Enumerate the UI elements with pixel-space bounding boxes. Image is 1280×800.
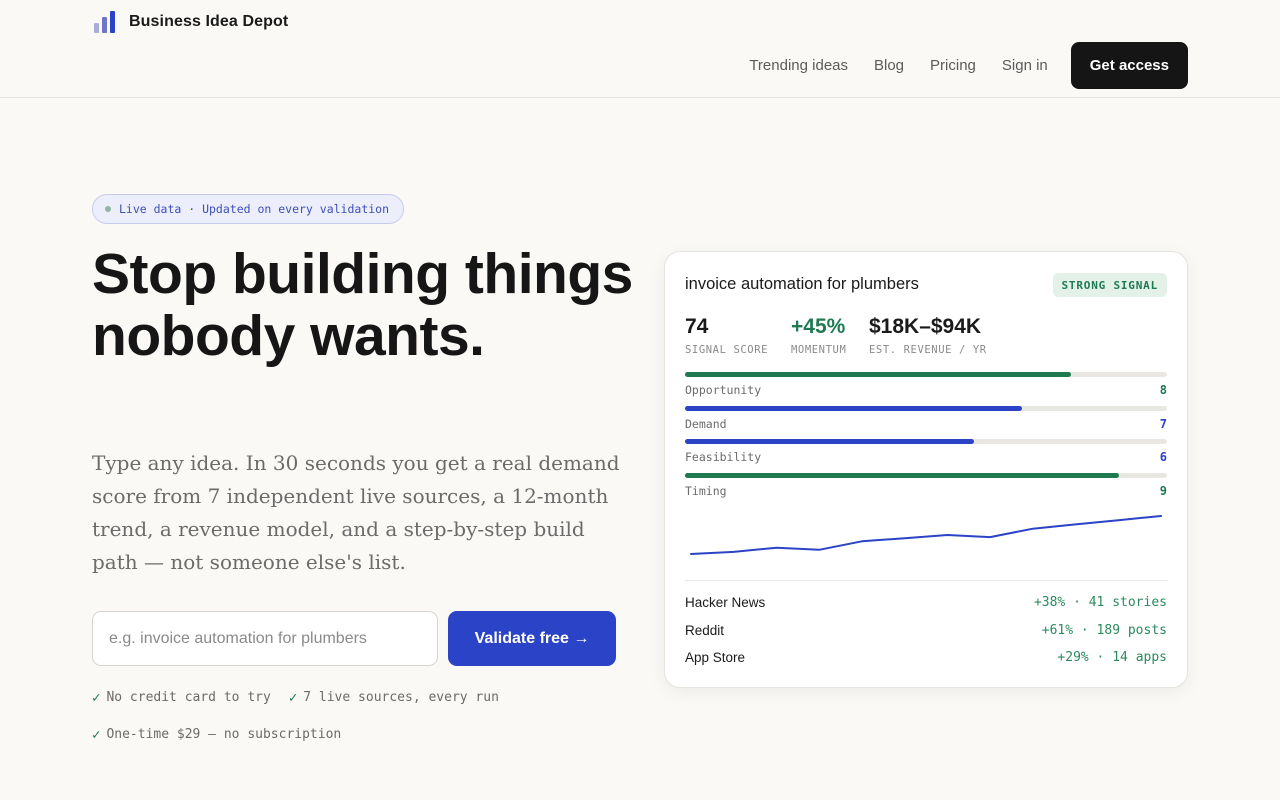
metric-label: Demand [685,416,727,431]
validate-free-button[interactable]: Validate free → [448,611,616,666]
idea-input[interactable] [92,611,438,666]
perk-list: ✓ No credit card to try ✓ 7 live sources… [92,688,612,744]
metric-row-demand: Demand 7 [685,405,1167,440]
source-name: Reddit [685,622,725,638]
metric-score: 9 [1159,483,1167,498]
perk-text: No credit card to try [106,690,271,705]
metric-fill [685,472,1119,478]
metric-track [685,405,1167,411]
stat-revenue: $18K–$94K EST. REVENUE / YR [869,314,987,356]
card-idea-title: invoice automation for plumbers [685,275,919,293]
metric-bars: Opportunity 8 Demand 7 Feasibility 6 Tim… [685,372,1167,506]
stat-momentum: +45% MOMENTUM [791,314,846,356]
check-icon: ✓ [288,689,298,706]
stat-label: SIGNAL SCORE [685,344,769,356]
hero-description: Type any idea. In 30 seconds you get a r… [92,451,620,574]
metric-fill [685,405,1023,411]
perk-item: ✓ No credit card to try [92,688,271,707]
check-icon: ✓ [92,689,101,706]
get-access-button[interactable]: Get access [1070,42,1188,89]
metric-fill [685,372,1071,377]
source-list: Hacker News +38% · 41 stories Reddit +61… [685,589,1167,672]
perk-item: ✓ 7 live sources, every run [289,688,499,707]
source-row: Reddit +61% · 189 posts [685,617,1167,645]
metric-row-opportunity: Opportunity 8 [685,372,1167,406]
source-name: App Store [685,650,746,666]
stat-value: 74 [685,315,709,338]
nav-link-trending-ideas[interactable]: Trending ideas [749,57,848,74]
metric-row-timing: Timing 9 [685,472,1167,507]
source-stat: +38% · 41 stories [1033,595,1167,611]
stat-label: EST. REVENUE / YR [869,344,987,356]
live-data-badge-text: Live data · Updated on every validation [119,202,390,216]
metric-track [685,472,1167,478]
trend-line [690,515,1162,555]
idea-preview-card: invoice automation for plumbers STRONG S… [664,251,1188,688]
stat-label: MOMENTUM [791,344,847,356]
metric-row-feasibility: Feasibility 6 [685,439,1167,473]
live-data-badge: Live data · Updated on every validation [92,194,405,224]
metric-fill [685,439,975,444]
perk-item: ✓ One-time $29 — no subscription [92,725,341,744]
check-icon: ✓ [92,726,101,743]
live-dot-icon [105,206,111,212]
source-row: App Store +29% · 14 apps [685,644,1167,672]
stat-signal-score: 74 SIGNAL SCORE [685,314,768,356]
metric-track [685,372,1167,377]
bar-chart-icon [94,11,115,33]
brand-logo[interactable]: Business Idea Depot [94,11,288,33]
source-name: Hacker News [685,595,766,611]
stat-value: +45% [791,315,846,338]
nav-link-pricing[interactable]: Pricing [930,57,976,74]
metric-score: 8 [1159,383,1167,397]
card-divider [685,580,1167,581]
nav-link-sign-in[interactable]: Sign in [1002,57,1048,74]
metric-label: Timing [685,483,727,498]
brand-name: Business Idea Depot [129,13,289,30]
stat-value: $18K–$94K [869,315,982,338]
source-stat: +61% · 189 posts [1041,622,1167,638]
source-stat: +29% · 14 apps [1057,650,1167,666]
perk-text: One-time $29 — no subscription [106,727,342,742]
metric-track [685,439,1167,444]
metric-label: Feasibility [685,450,762,464]
trend-sparkline [690,515,1162,555]
hero-headline: Stop building things nobody wants. [92,242,633,368]
perk-text: 7 live sources, every run [303,690,499,705]
metric-score: 7 [1159,416,1167,431]
signal-badge: STRONG SIGNAL [1052,273,1167,297]
metric-score: 6 [1159,450,1167,464]
site-header: Business Idea Depot Trending ideas Blog … [0,0,1280,98]
main-nav: Trending ideas Blog Pricing Sign in Get … [749,42,1188,89]
source-row: Hacker News +38% · 41 stories [685,589,1167,617]
nav-link-blog[interactable]: Blog [874,57,904,74]
metric-label: Opportunity [685,383,762,397]
